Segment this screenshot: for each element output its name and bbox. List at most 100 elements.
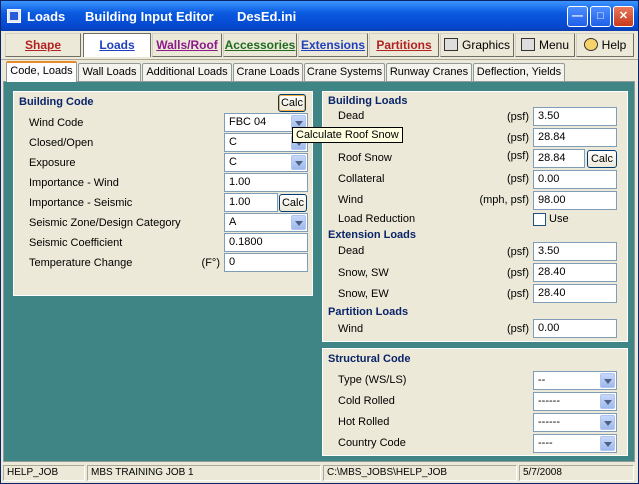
minimize-button[interactable]: — — [567, 6, 588, 27]
ext-dead-unit: (psf) — [507, 246, 529, 258]
chevron-down-icon[interactable] — [600, 373, 615, 388]
help-button[interactable]: Help — [576, 33, 634, 57]
partition-loads-title: Partition Loads — [328, 306, 409, 318]
country-code-select[interactable]: ---- — [533, 434, 617, 453]
cold-rolled-label: Cold Rolled — [338, 395, 395, 407]
temperature-change-label: Temperature Change — [29, 257, 133, 269]
seismic-coefficient-field[interactable]: 0.1800 — [224, 233, 308, 252]
ext-snow-ew-label: Snow, EW — [338, 288, 389, 300]
tab-crane-loads[interactable]: Crane Loads — [233, 63, 303, 81]
title-bar[interactable]: Loads Building Input Editor DesEd.ini — … — [1, 1, 638, 31]
partition-wind-label: Wind — [338, 323, 364, 335]
importance-wind-label: Importance - Wind — [29, 177, 119, 189]
partitions-button-label: Partitions — [376, 38, 432, 52]
tab-wall-loads[interactable]: Wall Loads — [78, 63, 141, 81]
importance-seismic-field[interactable]: 1.00 — [224, 193, 278, 212]
importance-wind-field[interactable]: 1.00 — [224, 173, 308, 192]
menu-button[interactable]: Menu — [515, 33, 575, 57]
shape-button-label: Shape — [24, 38, 61, 52]
tab-crane-systems[interactable]: Crane Systems — [304, 63, 385, 81]
chevron-down-icon[interactable] — [600, 394, 615, 409]
walls-roof-button-label: Walls/Roof — [156, 38, 218, 52]
status-job-path: C:\MBS_JOBS\HELP_JOB — [323, 465, 517, 481]
extensions-button-label: Extensions — [300, 38, 366, 52]
help-button-label: Help — [601, 38, 627, 52]
roof-snow-calc-button[interactable]: Calc — [587, 150, 617, 168]
maximize-button[interactable]: □ — [590, 6, 611, 27]
status-bar: HELP_JOB MBS TRAINING JOB 1 C:\MBS_JOBS\… — [1, 463, 638, 483]
loads-button-label: Loads — [99, 38, 135, 52]
wind-load-field[interactable]: 98.00 — [533, 191, 617, 210]
load-reduction-checkbox[interactable] — [533, 213, 546, 226]
graphics-button[interactable]: Graphics — [440, 33, 514, 57]
structural-code-title: Structural Code — [328, 353, 411, 365]
chevron-down-icon[interactable] — [600, 415, 615, 430]
partition-wind-unit: (psf) — [507, 323, 529, 335]
cold-rolled-value: ------ — [538, 395, 560, 407]
chevron-down-icon[interactable] — [600, 436, 615, 451]
type-select[interactable]: -- — [533, 371, 617, 390]
ext-snow-sw-label: Snow, SW — [338, 267, 389, 279]
wind-code-label: Wind Code — [29, 117, 84, 129]
snow-load-field[interactable]: 28.84 — [533, 128, 617, 147]
window-title-file: DesEd.ini — [237, 9, 297, 24]
country-code-label: Country Code — [338, 437, 406, 449]
ext-snow-sw-field[interactable]: 28.40 — [533, 263, 617, 282]
type-label: Type (WS/LS) — [338, 374, 407, 386]
app-icon — [7, 9, 21, 23]
partition-wind-field[interactable]: 0.00 — [533, 319, 617, 338]
importance-seismic-calc-button[interactable]: Calc — [279, 194, 307, 212]
status-job-id: HELP_JOB — [3, 465, 85, 481]
dead-load-unit: (psf) — [507, 111, 529, 123]
main-window: Loads Building Input Editor DesEd.ini — … — [0, 0, 639, 484]
temperature-change-unit: (F°) — [201, 257, 220, 269]
collateral-field[interactable]: 0.00 — [533, 170, 617, 189]
structural-code-panel: Structural Code Type (WS/LS) -- Cold Rol… — [322, 348, 628, 456]
status-date: 5/7/2008 — [519, 465, 634, 481]
seismic-coefficient-label: Seismic Coefficient — [29, 237, 123, 249]
closed-open-value: C — [229, 136, 237, 148]
wind-load-unit: (mph, psf) — [479, 194, 529, 206]
cold-rolled-select[interactable]: ------ — [533, 392, 617, 411]
hot-rolled-value: ------ — [538, 416, 560, 428]
tab-additional-loads[interactable]: Additional Loads — [142, 63, 232, 81]
partitions-button[interactable]: Partitions — [369, 33, 439, 57]
graphics-button-label: Graphics — [461, 38, 511, 52]
dead-load-field[interactable]: 3.50 — [533, 107, 617, 126]
status-job-name: MBS TRAINING JOB 1 — [87, 465, 321, 481]
extension-loads-title: Extension Loads — [328, 229, 417, 241]
monitor-icon — [443, 38, 458, 51]
chevron-down-icon[interactable] — [291, 215, 306, 230]
tab-code-loads[interactable]: Code, Loads — [6, 61, 77, 82]
loads-button[interactable]: Loads — [83, 33, 151, 57]
load-reduction-label: Load Reduction — [338, 213, 416, 225]
window-title-app: Loads — [27, 9, 66, 24]
extensions-button[interactable]: Extensions — [298, 33, 368, 57]
seismic-zone-value: A — [229, 216, 237, 228]
roof-snow-label: Roof Snow — [338, 152, 392, 164]
wind-code-value: FBC 04 — [229, 116, 267, 128]
help-icon — [583, 38, 598, 51]
calc-roof-snow-tooltip: Calculate Roof Snow — [292, 127, 403, 143]
hot-rolled-label: Hot Rolled — [338, 416, 390, 428]
shape-button[interactable]: Shape — [5, 33, 81, 57]
accessories-button-label: Accessories — [224, 38, 296, 52]
collateral-label: Collateral — [338, 173, 385, 185]
tab-deflection-yields[interactable]: Deflection, Yields — [473, 63, 565, 81]
temperature-change-field[interactable]: 0 — [224, 253, 308, 272]
walls-roof-button[interactable]: Walls/Roof — [152, 33, 222, 57]
roof-snow-field[interactable]: 28.84 — [533, 149, 585, 168]
exposure-select[interactable]: C — [224, 153, 308, 172]
ext-snow-ew-field[interactable]: 28.40 — [533, 284, 617, 303]
country-code-value: ---- — [538, 437, 553, 449]
ext-dead-field[interactable]: 3.50 — [533, 242, 617, 261]
tab-runway-cranes[interactable]: Runway Cranes — [386, 63, 472, 81]
seismic-zone-select[interactable]: A — [224, 213, 308, 232]
close-button[interactable]: ✕ — [613, 6, 634, 27]
building-code-calc-button[interactable]: Calc — [278, 94, 306, 112]
roof-snow-unit: (psf) — [507, 150, 529, 162]
tab-strip: Code, Loads Wall Loads Additional Loads … — [1, 61, 638, 82]
accessories-button[interactable]: Accessories — [223, 33, 297, 57]
chevron-down-icon[interactable] — [291, 155, 306, 170]
hot-rolled-select[interactable]: ------ — [533, 413, 617, 432]
